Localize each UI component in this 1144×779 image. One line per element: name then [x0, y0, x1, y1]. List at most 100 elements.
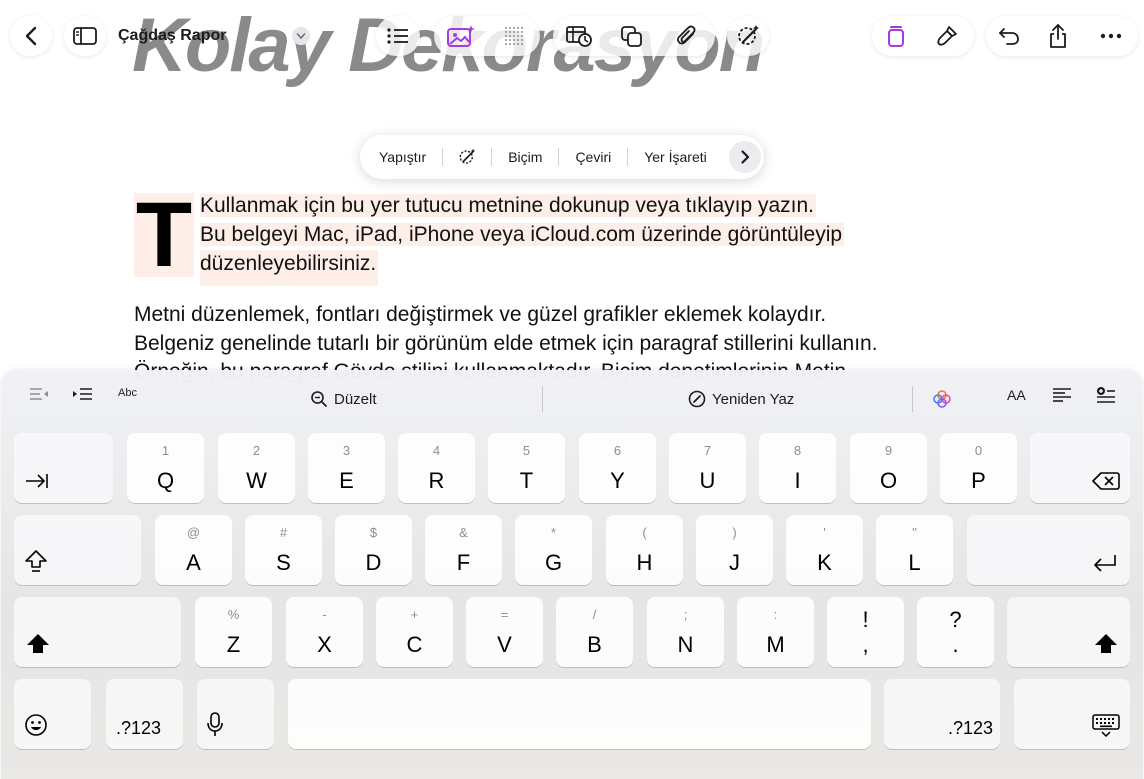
actions-group — [986, 16, 1138, 56]
apple-intelligence-button[interactable] — [932, 389, 952, 409]
key-question-period[interactable]: ?. — [917, 597, 994, 667]
more-button[interactable] — [1084, 16, 1138, 56]
rewrite-label: Yeniden Yaz — [712, 390, 795, 408]
emoji-key[interactable] — [14, 679, 91, 749]
insert-button[interactable] — [1096, 386, 1116, 404]
stack-pages-icon — [888, 26, 904, 47]
chevron-left-icon — [25, 26, 37, 46]
key-h[interactable]: (H — [606, 515, 683, 585]
ellipsis-icon — [1100, 33, 1122, 39]
table-chart-button[interactable] — [553, 16, 605, 56]
drop-cap[interactable]: T — [134, 189, 194, 281]
caps-lock-key[interactable] — [14, 515, 141, 585]
title-menu-button[interactable] — [292, 27, 310, 45]
key-w[interactable]: 2W — [218, 433, 295, 503]
insert-media-group — [434, 16, 540, 56]
placeholder-line-3[interactable]: düzenleyebilirsiniz. — [200, 250, 379, 286]
placeholder-line-1[interactable]: Kullanmak için bu yer tutucu metnine dok… — [200, 192, 817, 220]
rewrite-button[interactable]: Yeniden Yaz — [688, 390, 794, 408]
numbers-key-left[interactable]: .?123 — [106, 679, 183, 749]
key-l[interactable]: " L — [876, 515, 953, 585]
key-d[interactable]: $ D — [335, 515, 412, 585]
key-x[interactable]: -X — [286, 597, 363, 667]
key-y[interactable]: 6Y — [579, 433, 656, 503]
writing-tools-button[interactable] — [727, 16, 769, 56]
table-chart-icon — [566, 26, 592, 47]
paragraph-align-button[interactable] — [1052, 387, 1072, 403]
insert-plus-icon — [1097, 387, 1115, 403]
format-brush-button[interactable] — [920, 16, 974, 56]
menu-more-button[interactable] — [728, 141, 761, 173]
attachment-button[interactable] — [659, 16, 715, 56]
apple-intelligence-icon — [933, 390, 951, 408]
key-n[interactable]: ; N — [647, 597, 724, 667]
shapes-button[interactable] — [605, 16, 659, 56]
writing-tools-icon — [738, 25, 759, 45]
hide-keyboard-key[interactable] — [1014, 679, 1130, 749]
shift-key-right[interactable] — [1007, 597, 1130, 667]
key-s[interactable]: # S — [245, 515, 322, 585]
undo-button[interactable] — [986, 16, 1032, 56]
back-button[interactable] — [10, 16, 52, 56]
text-style-button[interactable]: Abc — [118, 387, 137, 399]
key-p[interactable]: 0P — [940, 433, 1017, 503]
key-q[interactable]: 1Q — [127, 433, 204, 503]
shortcut-divider — [542, 386, 543, 412]
outdent-button[interactable] — [28, 386, 50, 402]
key-i[interactable]: 8I — [759, 433, 836, 503]
font-size-button[interactable]: AA — [1007, 387, 1026, 403]
proofread-button[interactable]: Düzelt — [310, 390, 377, 408]
format-menu-item[interactable]: Biçim — [492, 135, 558, 179]
writing-tools-menu-item[interactable] — [443, 135, 491, 179]
key-a[interactable]: @ A — [155, 515, 232, 585]
key-o[interactable]: 9O — [850, 433, 927, 503]
key-z[interactable]: % Z — [195, 597, 272, 667]
numbers-key-right[interactable]: .?123 — [884, 679, 1000, 749]
image-playground-button[interactable] — [434, 16, 488, 56]
proofread-label: Düzelt — [334, 390, 377, 408]
key-k[interactable]: ' K — [786, 515, 863, 585]
page-thumbnails-button[interactable] — [872, 16, 920, 56]
pages-app-window: Kolay Dekorasyon T Kullanmak için bu yer… — [0, 0, 1144, 779]
document-title[interactable]: Çağdaş Rapor — [118, 27, 226, 45]
space-bar[interactable] — [288, 679, 871, 749]
key-c[interactable]: + C — [376, 597, 453, 667]
return-key[interactable] — [967, 515, 1130, 585]
key-f[interactable]: & F — [425, 515, 502, 585]
tab-key[interactable] — [14, 433, 113, 503]
body-text-line-2[interactable]: Belgeniz genelinde tutarlı bir görünüm e… — [134, 330, 878, 358]
key-exclamation-comma[interactable]: !, — [827, 597, 904, 667]
writing-tools-icon — [459, 148, 476, 164]
key-r[interactable]: 4R — [398, 433, 475, 503]
paintbrush-icon — [937, 26, 957, 46]
shapes-icon — [621, 26, 642, 47]
rewrite-icon — [688, 390, 706, 408]
key-t[interactable]: 5T — [488, 433, 565, 503]
list-icon — [387, 28, 408, 44]
bookmark-menu-item[interactable]: Yer İşareti — [628, 135, 723, 179]
grid-button[interactable] — [488, 16, 540, 56]
key-j[interactable]: ) J — [696, 515, 773, 585]
dot-grid-icon — [505, 27, 523, 45]
key-v[interactable]: = V — [466, 597, 543, 667]
caps-lock-icon — [25, 550, 47, 572]
key-u[interactable]: 7U — [669, 433, 746, 503]
dictation-key[interactable] — [197, 679, 274, 749]
key-g[interactable]: * G — [515, 515, 592, 585]
paste-menu-item[interactable]: Yapıştır — [360, 135, 442, 179]
list-style-button[interactable] — [376, 16, 420, 56]
translate-menu-item[interactable]: Çeviri — [559, 135, 627, 179]
microphone-icon — [207, 712, 223, 736]
sidebar-button[interactable] — [64, 16, 106, 56]
delete-key[interactable] — [1030, 433, 1130, 503]
key-b[interactable]: / B — [556, 597, 633, 667]
key-e[interactable]: 3E — [308, 433, 385, 503]
magnifier-check-icon — [311, 391, 327, 407]
key-m[interactable]: :M — [737, 597, 814, 667]
share-button[interactable] — [1032, 16, 1084, 56]
indent-button[interactable] — [72, 386, 94, 402]
body-text-line-1[interactable]: Metni düzenlemek, fontları değiştirmek v… — [134, 301, 826, 329]
delete-backward-icon — [1092, 472, 1120, 490]
shift-key-left[interactable] — [14, 597, 181, 667]
placeholder-line-2[interactable]: Bu belgeyi Mac, iPad, iPhone veya iCloud… — [200, 221, 845, 249]
